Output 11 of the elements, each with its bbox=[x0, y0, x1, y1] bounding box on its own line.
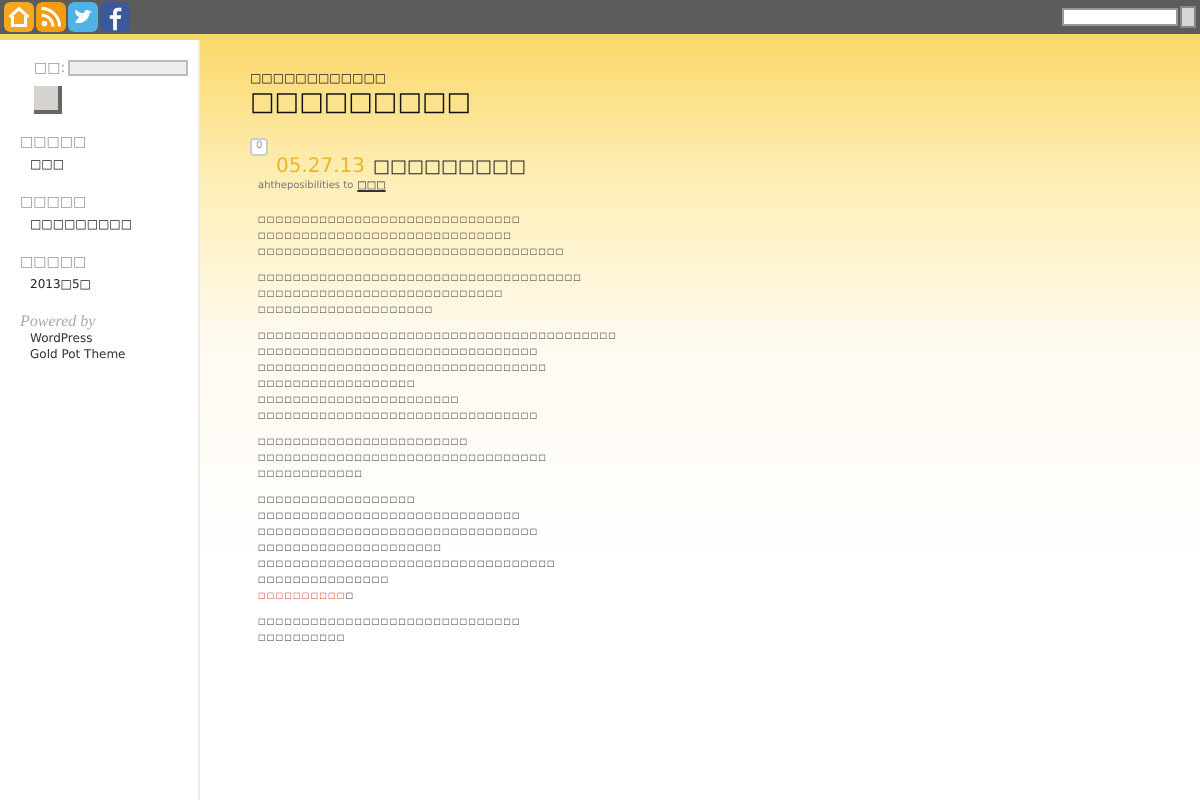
search-field[interactable] bbox=[67, 60, 188, 77]
facebook-f-icon[interactable] bbox=[100, 2, 130, 32]
post-title[interactable]: □□□□□□□□□ bbox=[373, 156, 527, 180]
search-button[interactable] bbox=[34, 85, 62, 113]
rss-icon[interactable] bbox=[36, 2, 66, 32]
bird-icon[interactable] bbox=[68, 2, 98, 32]
blog-title: □□□□□□□□□ bbox=[250, 88, 474, 118]
sidebar-heading: Powered by bbox=[20, 311, 98, 329]
home-icon[interactable] bbox=[4, 2, 34, 32]
post-date: 05.27.13 bbox=[276, 156, 366, 180]
search-field[interactable] bbox=[1062, 8, 1178, 26]
